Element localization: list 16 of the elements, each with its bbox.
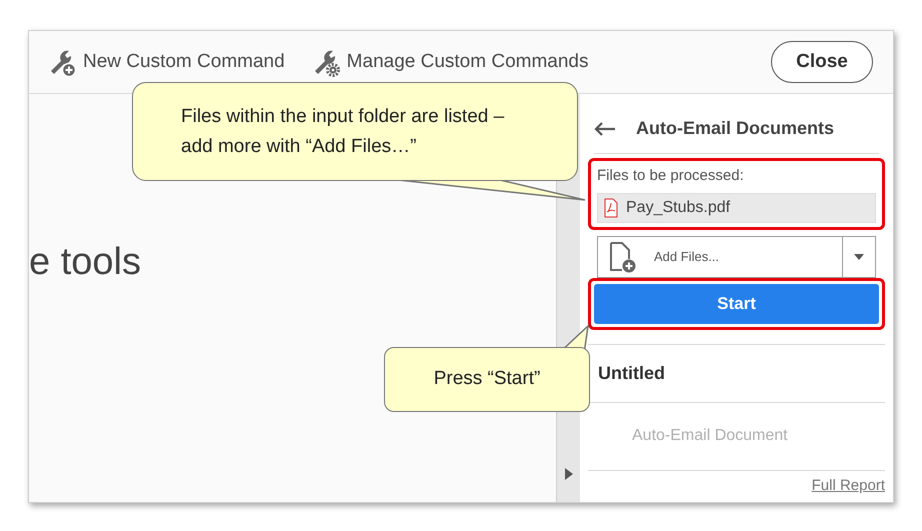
full-report-link[interactable]: Full Report: [812, 474, 885, 497]
files-label: Files to be processed:: [597, 166, 745, 186]
pdf-file-icon: [604, 198, 618, 218]
file-name: Pay_Stubs.pdf: [626, 198, 730, 218]
add-file-icon: [608, 240, 638, 272]
start-button[interactable]: Start: [594, 284, 879, 324]
page-heading: e tools: [29, 240, 141, 285]
toolbar-button[interactable]: Manage Custom Commands: [310, 47, 588, 77]
expand-arrow-icon[interactable]: [564, 468, 572, 480]
section-title: Untitled: [598, 362, 665, 384]
panel-title: Auto-Email Documents: [636, 117, 834, 140]
file-item[interactable]: Pay_Stubs.pdf: [597, 192, 876, 222]
close-button[interactable]: Close: [771, 41, 873, 83]
back-arrow-icon[interactable]: [594, 122, 616, 136]
toolbar-button[interactable]: New Custom Command: [47, 47, 285, 77]
caret-icon: [854, 254, 864, 260]
